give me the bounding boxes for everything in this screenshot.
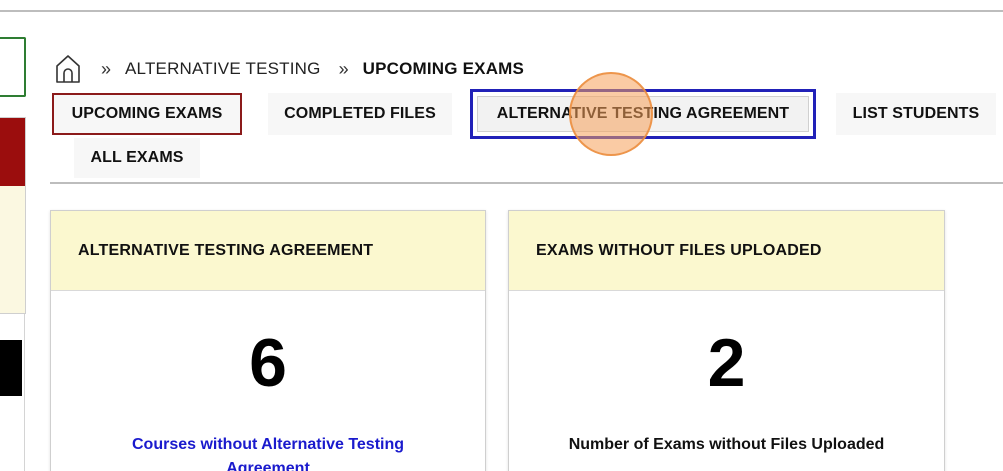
breadcrumb-alternative-testing[interactable]: ALTERNATIVE TESTING (125, 59, 321, 79)
sidebar-edge (24, 314, 25, 471)
tab-upcoming-exams[interactable]: UPCOMING EXAMS (52, 93, 242, 135)
click-indicator (569, 72, 653, 156)
sidebar-green-button[interactable] (0, 37, 26, 97)
breadcrumb-separator-icon: » (338, 58, 349, 79)
section-divider (50, 182, 1003, 184)
app-viewport: » ALTERNATIVE TESTING » UPCOMING EXAMS U… (0, 0, 1003, 471)
card-title: ALTERNATIVE TESTING AGREEMENT (51, 211, 485, 291)
tab-completed-files[interactable]: COMPLETED FILES (268, 93, 452, 135)
tab-all-exams[interactable]: ALL EXAMS (74, 138, 200, 178)
sidebar-cream-block (0, 186, 25, 313)
breadcrumb: » ALTERNATIVE TESTING » UPCOMING EXAMS (55, 54, 524, 84)
sidebar-black-block[interactable] (0, 340, 22, 396)
card-description: Number of Exams without Files Uploaded (568, 436, 885, 453)
home-icon[interactable] (55, 54, 81, 84)
card-count: 6 (249, 325, 287, 401)
card-alternative-testing-agreement: ALTERNATIVE TESTING AGREEMENT 6 Courses … (50, 210, 486, 471)
card-exams-without-files: EXAMS WITHOUT FILES UPLOADED 2 Number of… (508, 210, 945, 471)
card-title: EXAMS WITHOUT FILES UPLOADED (509, 211, 944, 291)
breadcrumb-separator-icon: » (101, 58, 112, 79)
top-divider (0, 10, 1003, 12)
tab-list-students[interactable]: LIST STUDENTS (836, 93, 996, 135)
card-count: 2 (707, 325, 746, 401)
courses-without-agreement-link[interactable]: Courses without Alternative Testing Agre… (51, 433, 485, 471)
breadcrumb-current-page: UPCOMING EXAMS (362, 59, 525, 78)
sidebar-red-block[interactable] (0, 118, 25, 186)
